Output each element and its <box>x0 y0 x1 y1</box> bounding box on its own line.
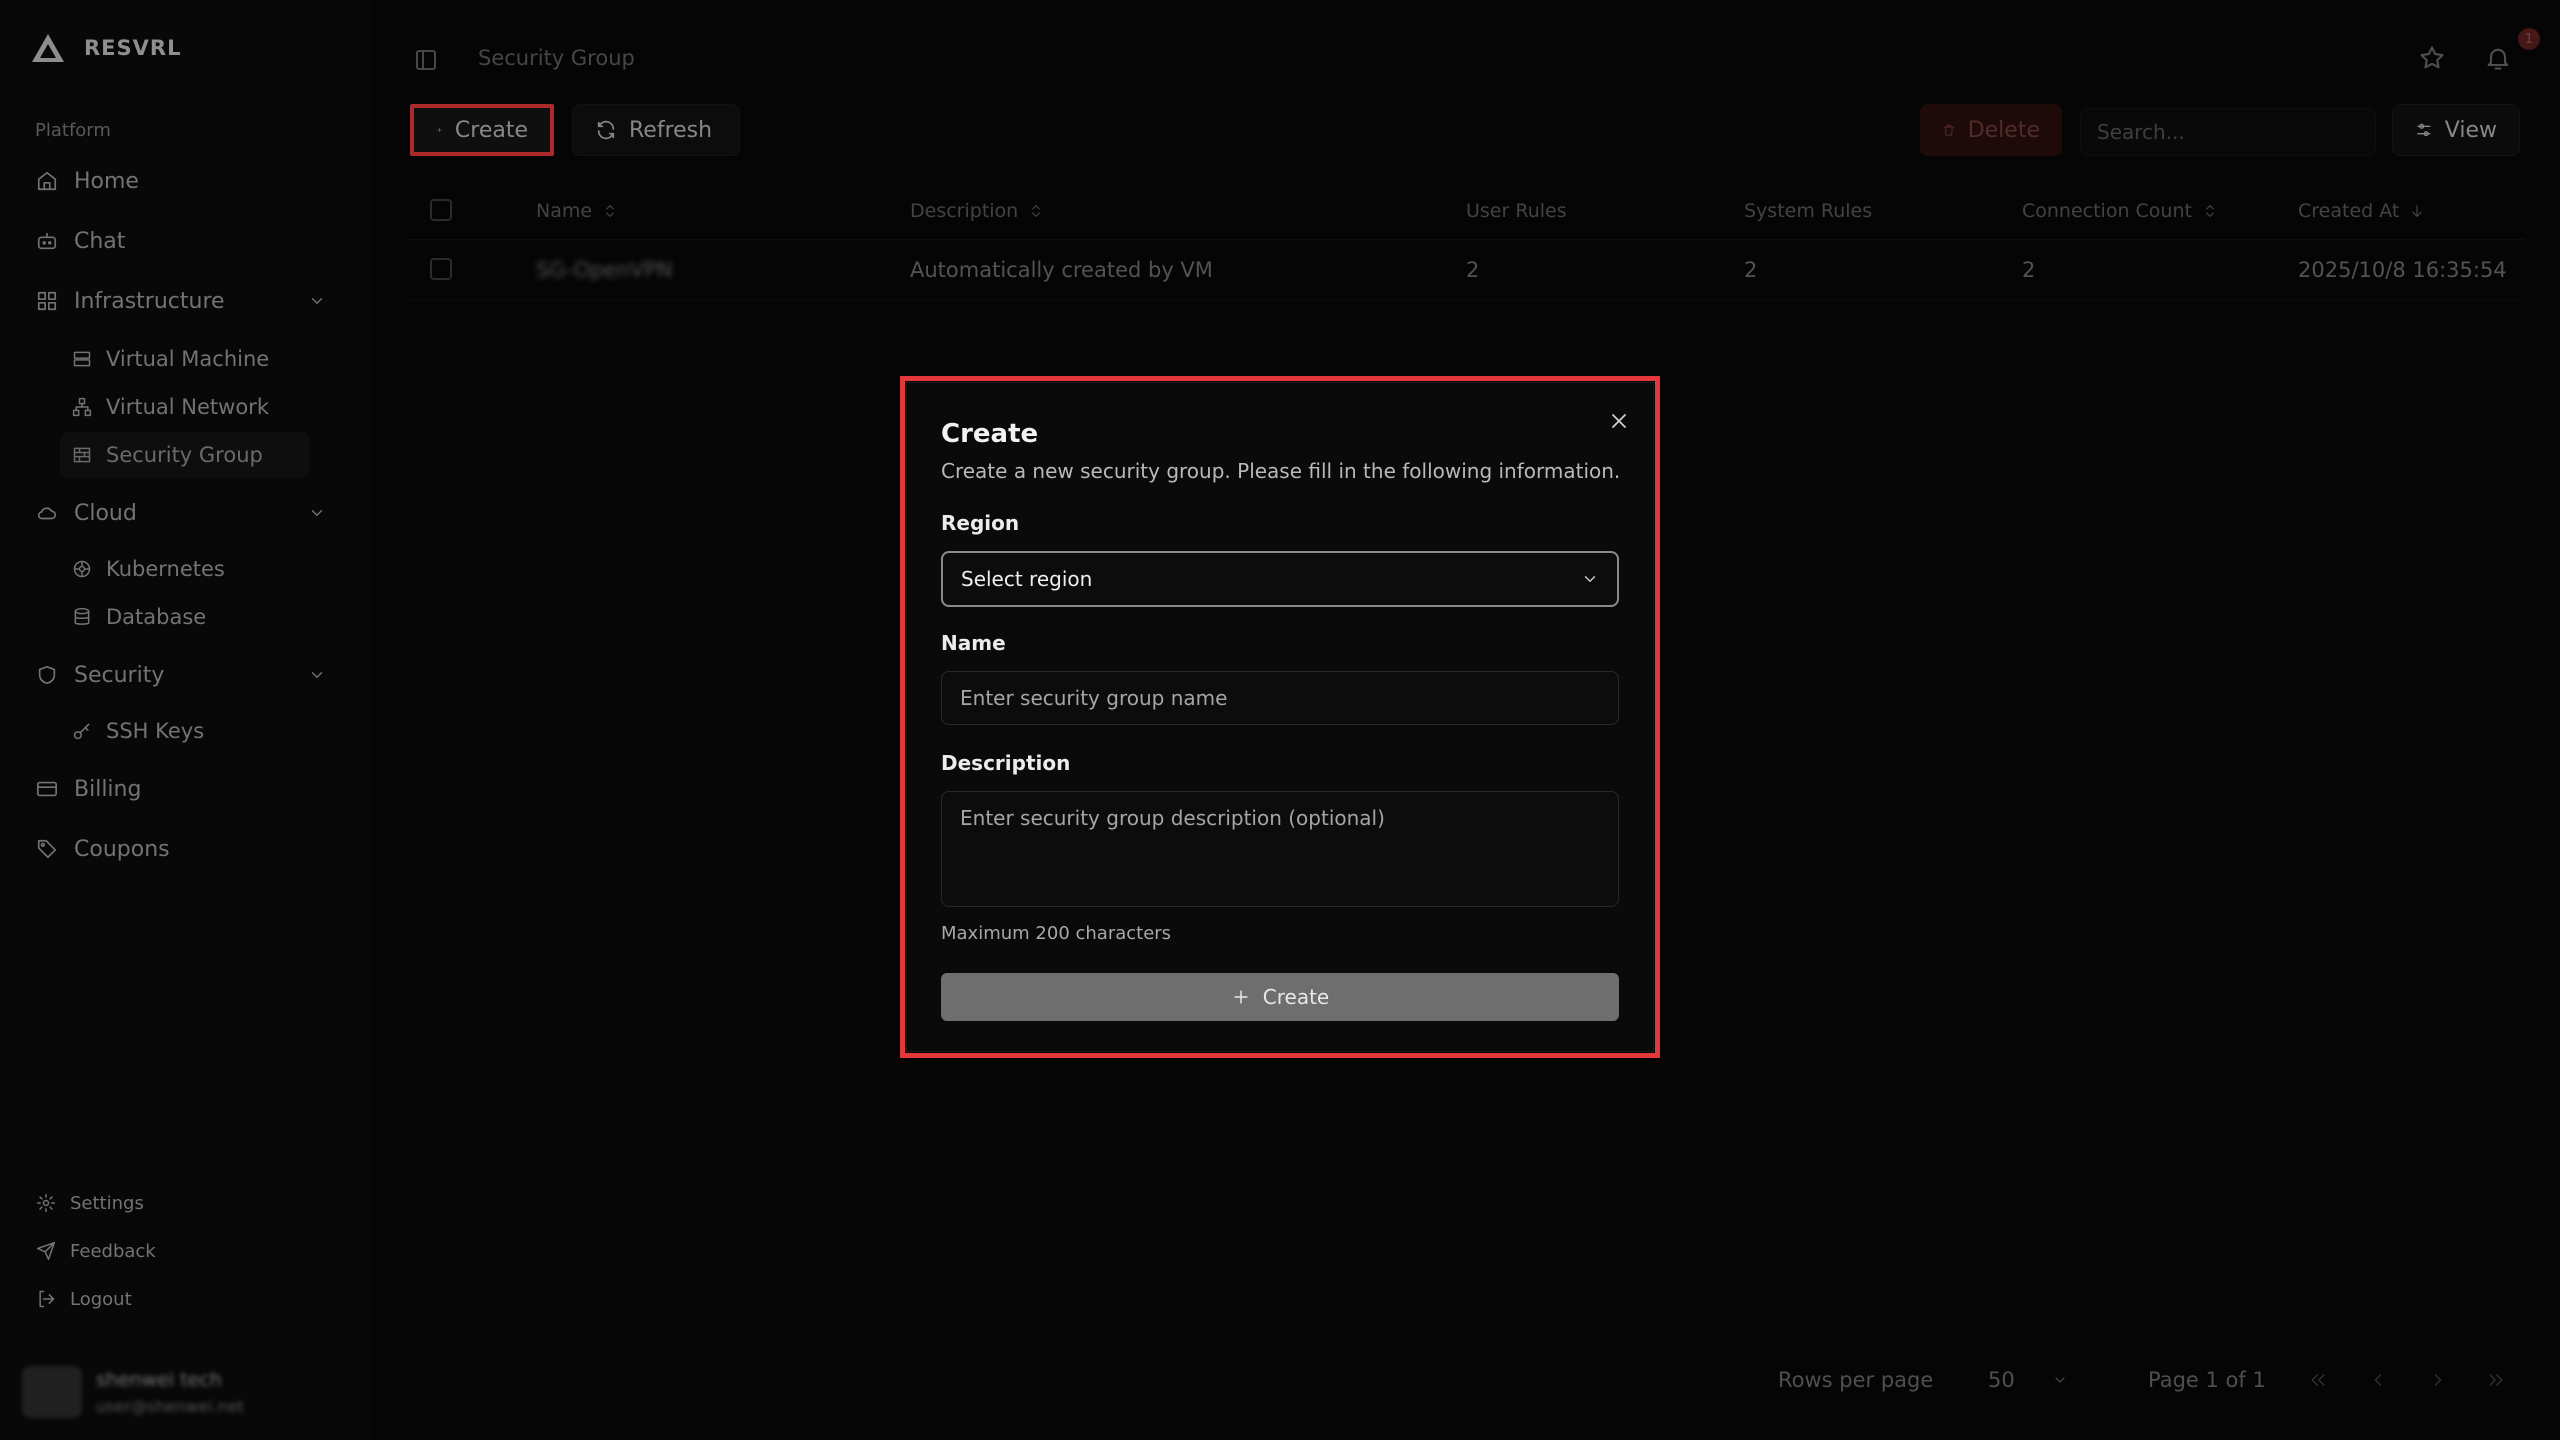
create-security-group-dialog: Create Create a new security group. Plea… <box>906 382 1654 1052</box>
region-select-value: Select region <box>961 567 1093 591</box>
dialog-title: Create <box>941 419 1039 449</box>
name-label: Name <box>941 631 1006 655</box>
region-label: Region <box>941 511 1020 535</box>
region-select[interactable]: Select region <box>941 551 1619 607</box>
dialog-description: Create a new security group. Please fill… <box>941 459 1621 483</box>
description-label: Description <box>941 751 1071 775</box>
close-icon[interactable] <box>1607 409 1631 433</box>
plus-icon <box>1234 990 1248 1004</box>
submit-create-label: Create <box>1262 985 1330 1009</box>
description-hint: Maximum 200 characters <box>941 923 1172 944</box>
name-input[interactable] <box>941 671 1619 725</box>
submit-create-button[interactable]: Create <box>941 973 1619 1021</box>
description-textarea[interactable] <box>941 791 1619 907</box>
chevron-down-icon <box>1584 576 1596 582</box>
